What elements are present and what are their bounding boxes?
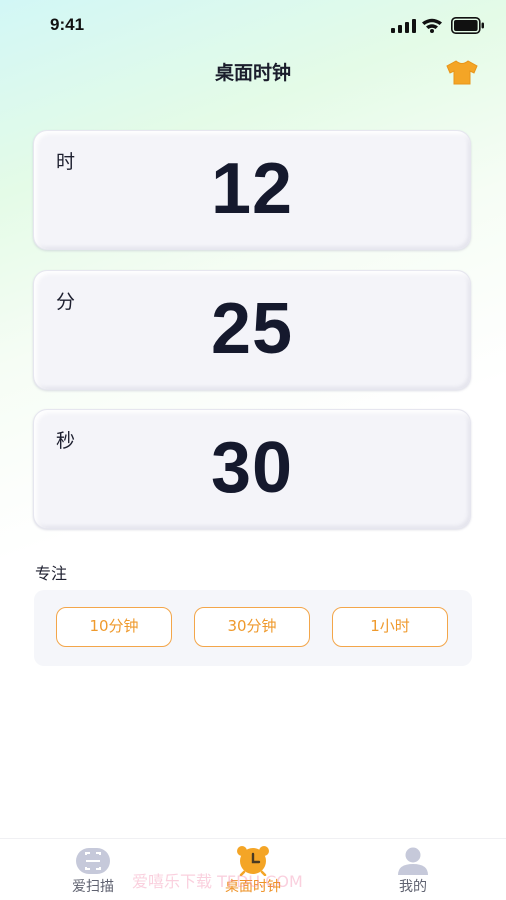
focus-10min-button[interactable]: 10分钟 — [56, 607, 172, 647]
watermark: 爱嘻乐下载 TFDU.COM — [132, 872, 303, 891]
tshirt-icon[interactable] — [444, 57, 480, 87]
focus-section-title: 专注 — [35, 564, 68, 583]
status-bar: 9:41 — [0, 0, 506, 50]
scan-icon — [76, 848, 110, 874]
tab-mine-label: 我的 — [399, 879, 427, 895]
user-icon — [398, 847, 428, 875]
minute-card: 分 25 — [33, 270, 471, 390]
minute-value: 25 — [210, 289, 294, 369]
tab-mine[interactable]: 我的 — [353, 839, 473, 900]
hour-card: 时 12 — [33, 130, 471, 250]
focus-panel: 10分钟 30分钟 1小时 — [34, 590, 472, 666]
page-title: 桌面时钟 — [214, 62, 291, 84]
hour-value: 12 — [210, 149, 294, 229]
focus-30min-button[interactable]: 30分钟 — [194, 607, 310, 647]
wifi-icon — [422, 18, 442, 33]
second-card: 秒 30 — [33, 409, 471, 529]
second-value: 30 — [210, 428, 294, 508]
signal-icon — [391, 19, 416, 33]
focus-1hour-button[interactable]: 1小时 — [332, 607, 448, 647]
battery-icon — [451, 17, 484, 34]
status-time: 9:41 — [50, 15, 85, 34]
